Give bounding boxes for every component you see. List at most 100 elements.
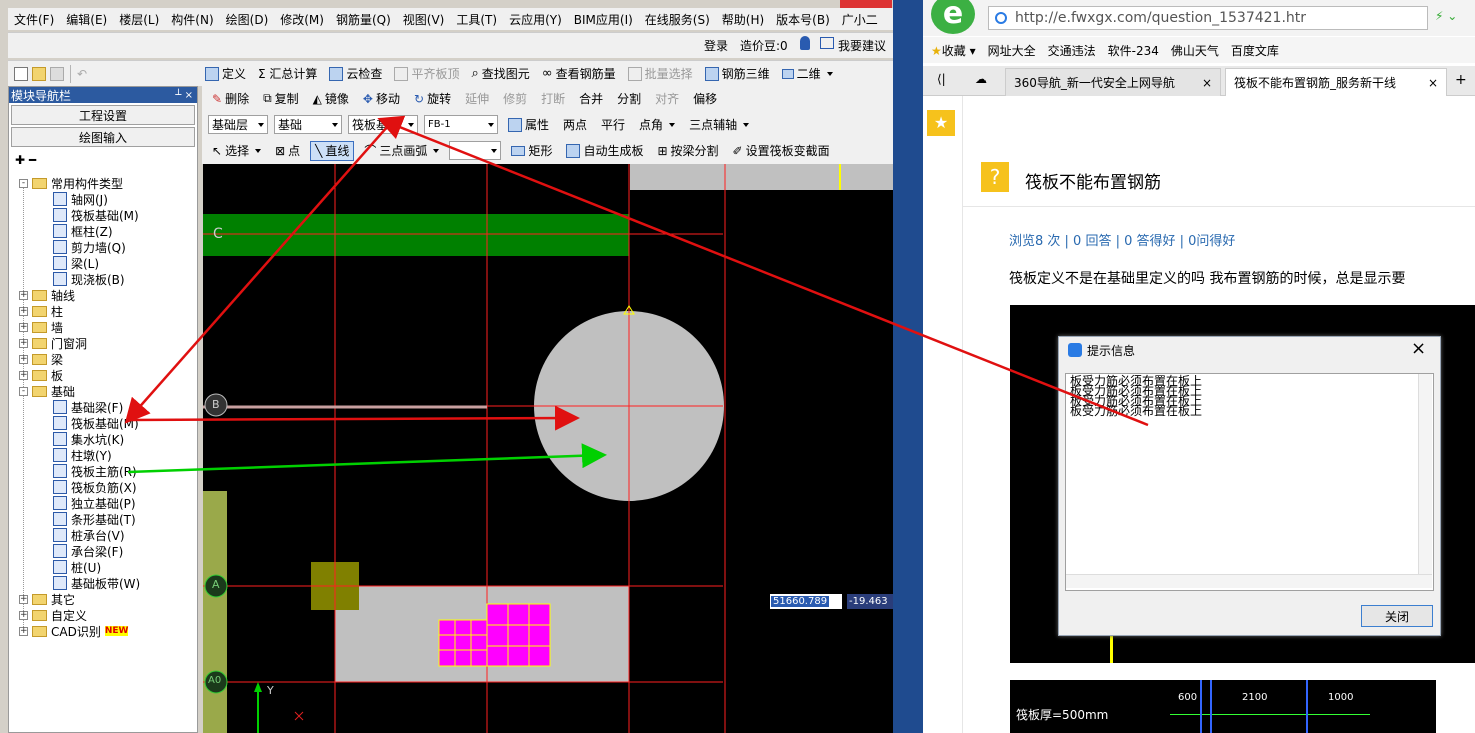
favorites-star-icon[interactable]: ★ (927, 110, 955, 136)
undo-icon[interactable]: ↶ (77, 67, 103, 81)
drawing-input-button[interactable]: 绘图输入 (11, 127, 195, 147)
tree-item-component[interactable]: 筏板基础(M) (53, 415, 139, 431)
menu-bim[interactable]: BIM应用(I) (574, 11, 633, 28)
two-point-axis-button[interactable]: 两点 (559, 115, 591, 135)
tree-folder[interactable]: + 梁 (19, 351, 63, 367)
variable-section-button[interactable]: ✐ 设置筏板变截面 (729, 141, 834, 161)
expand-collapse-icons[interactable]: ✚ ━ (15, 153, 36, 167)
copy-button[interactable]: ⧉ 复制 (259, 89, 303, 109)
offset-button[interactable]: 偏移 (689, 89, 721, 109)
menu-edit[interactable]: 编辑(E) (66, 11, 107, 28)
property-button[interactable]: 属性 (504, 115, 553, 135)
vertical-scrollbar[interactable] (1418, 374, 1432, 574)
tree-item-component[interactable]: 梁(L) (53, 255, 99, 271)
new-file-icon[interactable] (14, 66, 28, 81)
define-button[interactable]: 定义 (201, 64, 250, 84)
cloud-icon[interactable]: ☁ (975, 72, 987, 86)
tree-item-component[interactable]: 条形基础(T) (53, 511, 136, 527)
pin-icon[interactable]: ┴ × (175, 90, 193, 101)
parallel-axis-button[interactable]: 平行 (597, 115, 629, 135)
tree-item-component[interactable]: 集水坑(K) (53, 431, 124, 447)
tree-item-component[interactable]: 基础梁(F) (53, 399, 123, 415)
select-tool[interactable]: ↖ 选择 (208, 141, 265, 161)
close-icon[interactable]: × (1428, 76, 1438, 90)
tree-item-component[interactable]: 独立基础(P) (53, 495, 136, 511)
cloud-check-button[interactable]: 云检查 (325, 64, 386, 84)
close-icon[interactable]: × (1202, 76, 1212, 90)
expand-icon[interactable]: + (19, 354, 28, 364)
tree-item-component[interactable]: 轴网(J) (53, 191, 108, 207)
align-top-button[interactable]: 平齐板顶 (390, 64, 463, 84)
drawing-canvas[interactable]: C B A A0 Y 51660.789 -19.463 (203, 164, 893, 733)
menu-cloud[interactable]: 云应用(Y) (509, 11, 562, 28)
menu-rebar[interactable]: 钢筋量(Q) (336, 11, 391, 28)
expand-icon[interactable]: + (19, 594, 28, 604)
menu-tools[interactable]: 工具(T) (456, 11, 497, 28)
expand-icon[interactable]: + (19, 626, 28, 636)
tree-folder[interactable]: + 板 (19, 367, 63, 383)
expand-icon[interactable]: + (19, 322, 28, 332)
batch-select-button[interactable]: 批量选择 (624, 64, 697, 84)
expand-icon[interactable]: + (19, 306, 28, 316)
dialog-close-button[interactable]: 关闭 (1361, 605, 1433, 627)
menu-modify[interactable]: 修改(M) (280, 11, 324, 28)
expand-icon[interactable]: + (19, 610, 28, 620)
tree-item-component[interactable]: 筏板基础(M) (53, 207, 139, 223)
tree-folder[interactable]: + 门窗洞 (19, 335, 87, 351)
new-tab-button[interactable]: + (1455, 72, 1467, 88)
tree-item-component[interactable]: 筏板负筋(X) (53, 479, 137, 495)
tree-item-component[interactable]: 现浇板(B) (53, 271, 125, 287)
tab-question[interactable]: 筏板不能布置钢筋_服务新干线 × (1225, 68, 1447, 96)
split-by-beam-button[interactable]: ⊞ 按梁分割 (653, 141, 722, 161)
question-stats[interactable]: 浏览8 次 | 0 回答 | 0 答得好 | 0问得好 (1009, 230, 1235, 249)
dialog-close-icon[interactable]: × (1411, 338, 1426, 359)
category-select[interactable]: 基础 (274, 115, 342, 134)
browser-logo-icon[interactable]: e (931, 0, 975, 34)
bookmark-5[interactable]: 百度文库 (1231, 42, 1279, 59)
tree-folder[interactable]: + CAD识别 NEW (19, 623, 129, 639)
menu-draw[interactable]: 绘图(D) (226, 11, 269, 28)
component-type-select[interactable]: 筏板基础 (348, 115, 418, 134)
split-button[interactable]: 分割 (613, 89, 645, 109)
menu-assistant[interactable]: 广小二 (842, 11, 878, 28)
delete-button[interactable]: ✎ 删除 (208, 89, 253, 109)
menu-help[interactable]: 帮助(H) (722, 11, 764, 28)
three-point-axis-button[interactable]: 三点辅轴 (685, 115, 753, 135)
layer-select[interactable]: 基础层 (208, 115, 268, 134)
menu-component[interactable]: 构件(N) (171, 11, 213, 28)
component-name-select[interactable]: FB-1 (424, 115, 498, 134)
menu-floor[interactable]: 楼层(L) (119, 11, 159, 28)
save-icon[interactable] (50, 66, 64, 81)
suggest-link[interactable]: 我要建议 (838, 37, 886, 54)
view-rebar-button[interactable]: ∞ 查看钢筋量 (538, 64, 620, 84)
tree-item-component[interactable]: 基础板带(W) (53, 575, 140, 591)
tree-folder[interactable]: + 墙 (19, 319, 63, 335)
window-close-button[interactable] (840, 0, 892, 8)
expand-icon[interactable]: + (19, 370, 28, 380)
point-tool[interactable]: ⊠ 点 (271, 141, 304, 161)
tree-item-component[interactable]: 桩承台(V) (53, 527, 125, 543)
tree-folder[interactable]: + 其它 (19, 591, 75, 607)
tree-folder[interactable]: + 柱 (19, 303, 63, 319)
menu-online[interactable]: 在线服务(S) (645, 11, 710, 28)
arc-tool[interactable]: ⌒ 三点画弧 (360, 141, 443, 161)
tree-folder[interactable]: + 轴线 (19, 287, 75, 303)
tree-folder[interactable]: - 常用构件类型 (19, 175, 123, 191)
project-settings-button[interactable]: 工程设置 (11, 105, 195, 125)
point-angle-axis-button[interactable]: 点角 (635, 115, 679, 135)
menu-version[interactable]: 版本号(B) (776, 11, 830, 28)
arc-option-select[interactable] (449, 141, 502, 160)
merge-button[interactable]: 合并 (575, 89, 607, 109)
move-button[interactable]: ✥ 移动 (359, 89, 404, 109)
break-button[interactable]: 打断 (537, 89, 569, 109)
speed-icon[interactable]: ⚡ ⌄ (1435, 9, 1457, 23)
extend-button[interactable]: 延伸 (461, 89, 493, 109)
find-element-button[interactable]: ⌕ 查找图元 (467, 64, 533, 84)
cad-drawing[interactable] (203, 164, 893, 733)
favorites-button[interactable]: ★收藏 ▾ (931, 42, 976, 59)
tree-item-component[interactable]: 筏板主筋(R) (53, 463, 137, 479)
align-button[interactable]: 对齐 (651, 89, 683, 109)
bookmark-1[interactable]: 网址大全 (988, 42, 1036, 59)
summary-calc-button[interactable]: Σ 汇总计算 (254, 64, 321, 84)
rectangle-tool[interactable]: 矩形 (507, 141, 556, 161)
